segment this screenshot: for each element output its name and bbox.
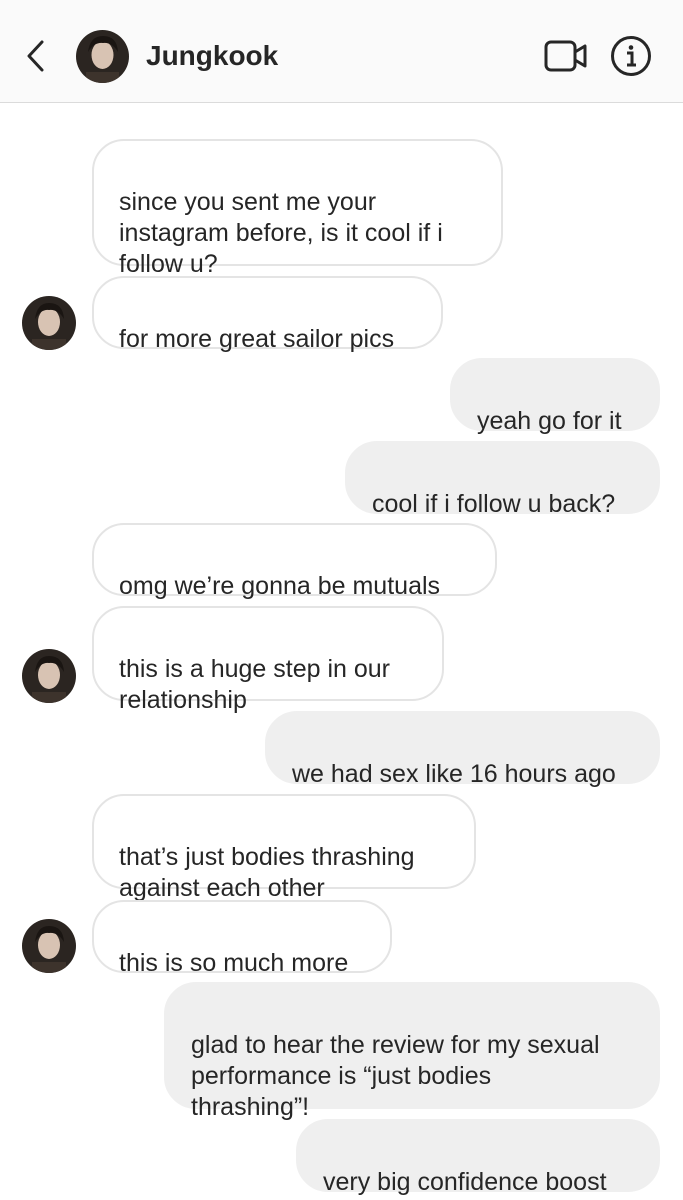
sender-avatar[interactable] bbox=[22, 296, 76, 350]
message-text: this is so much more bbox=[119, 949, 349, 977]
message-bubble-outgoing[interactable]: we had sex like 16 hours ago bbox=[265, 711, 660, 788]
chevron-left-icon bbox=[27, 40, 44, 72]
message-text: omg we’re gonna be mutuals bbox=[119, 572, 441, 600]
message-text: yeah go for it bbox=[477, 407, 622, 435]
video-call-button[interactable] bbox=[543, 36, 589, 76]
message-text: glad to hear the review for my sexual pe… bbox=[191, 1031, 600, 1121]
message-bubble-incoming[interactable]: this is so much more bbox=[92, 900, 392, 977]
sender-avatar[interactable] bbox=[22, 649, 76, 703]
message-bubble-incoming[interactable]: this is a huge step in our relationship bbox=[92, 606, 444, 714]
message-bubble-incoming[interactable]: omg we’re gonna be mutuals bbox=[92, 523, 497, 600]
message-text: since you sent me your instagram before,… bbox=[119, 188, 443, 278]
info-button[interactable] bbox=[610, 35, 652, 77]
message-bubble-outgoing[interactable]: very big confidence boost bbox=[296, 1119, 660, 1196]
message-text: that’s just bodies thrashing against eac… bbox=[119, 843, 415, 902]
message-text: we had sex like 16 hours ago bbox=[292, 760, 616, 788]
contact-avatar[interactable] bbox=[76, 30, 129, 83]
message-bubble-incoming[interactable]: for more great sailor pics bbox=[92, 276, 443, 353]
message-text: cool if i follow u back? bbox=[372, 490, 616, 518]
message-text: very big confidence boost bbox=[323, 1168, 607, 1196]
message-bubble-incoming[interactable]: that’s just bodies thrashing against eac… bbox=[92, 794, 476, 902]
message-bubble-outgoing[interactable]: cool if i follow u back? bbox=[345, 441, 660, 518]
video-camera-icon bbox=[544, 40, 587, 72]
info-circle-icon bbox=[611, 36, 651, 76]
back-button[interactable] bbox=[20, 36, 56, 76]
message-bubble-outgoing[interactable]: glad to hear the review for my sexual pe… bbox=[164, 982, 660, 1121]
sender-avatar[interactable] bbox=[22, 919, 76, 973]
message-text: this is a huge step in our relationship bbox=[119, 655, 390, 714]
chat-header: Jungkook bbox=[0, 0, 683, 103]
contact-name[interactable]: Jungkook bbox=[146, 38, 278, 74]
message-bubble-outgoing[interactable]: yeah go for it bbox=[450, 358, 660, 435]
message-bubble-incoming[interactable]: since you sent me your instagram before,… bbox=[92, 139, 503, 278]
message-text: for more great sailor pics bbox=[119, 325, 395, 353]
